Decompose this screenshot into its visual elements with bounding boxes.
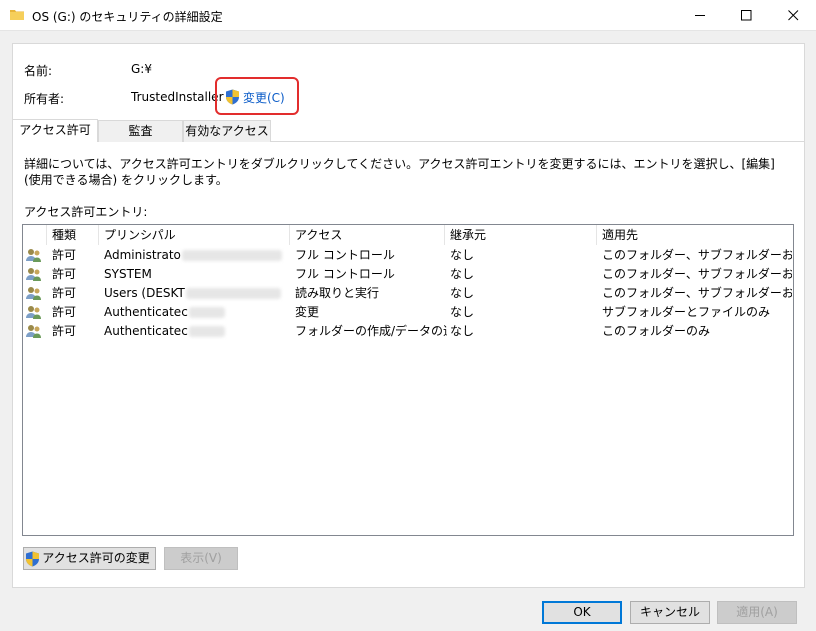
description-text: 詳細については、アクセス許可エントリをダブルクリックしてください。アクセス許可エ… [24, 157, 775, 187]
entry-inherited-from: なし [450, 324, 475, 338]
users-icon [26, 306, 41, 319]
ok-button[interactable]: OK [542, 601, 622, 624]
change-owner-link[interactable]: 変更(C) [225, 88, 285, 106]
tab-effective-access[interactable]: 有効なアクセス [183, 120, 271, 142]
users-icon [26, 268, 41, 281]
users-icon [26, 249, 41, 262]
title-bar: OS (G:) のセキュリティの詳細設定 [0, 0, 816, 31]
window-title: OS (G:) のセキュリティの詳細設定 [32, 10, 223, 24]
apply-button[interactable]: 適用(A) [717, 601, 797, 624]
entry-type: 許可 [52, 267, 77, 281]
redacted-mask [188, 307, 225, 318]
uac-shield-icon [26, 551, 40, 566]
minimize-icon [695, 15, 705, 16]
cancel-button[interactable]: キャンセル [630, 601, 710, 624]
maximize-icon [741, 10, 752, 21]
column-header-type[interactable]: 種類 [47, 225, 99, 245]
entry-access: 変更 [295, 305, 320, 319]
column-header-icon [23, 225, 47, 245]
tab-permissions[interactable]: アクセス許可 [12, 119, 98, 142]
list-header: 種類 プリンシパル アクセス 継承元 適用先 [23, 225, 793, 245]
entry-type: 許可 [52, 324, 77, 338]
table-row[interactable]: 許可 Users (DESKT 読み取りと実行 なし このフォルダー、サブフォル… [23, 284, 793, 303]
column-header-applies-to[interactable]: 適用先 [597, 225, 793, 245]
name-label: 名前: [24, 64, 53, 78]
table-row[interactable]: 許可 Authenticatec フォルダーの作成/データの追加 なし このフォ… [23, 322, 793, 341]
entry-type: 許可 [52, 248, 77, 262]
entry-principal: Authenticatec [104, 322, 290, 341]
redacted-mask [181, 250, 282, 261]
redacted-mask [188, 326, 225, 337]
table-row[interactable]: 許可 Administrato フル コントロール なし このフォルダー、サブフ… [23, 246, 793, 265]
maximize-button[interactable] [723, 0, 769, 31]
tab-auditing[interactable]: 監査 [98, 120, 183, 142]
entry-principal-text: Authenticatec [104, 305, 188, 319]
entry-access: フォルダーの作成/データの追加 [295, 324, 447, 338]
entry-access: 読み取りと実行 [295, 286, 380, 300]
column-header-principal[interactable]: プリンシパル [99, 225, 290, 245]
entries-label: アクセス許可エントリ: [24, 205, 148, 219]
entry-inherited-from: なし [450, 248, 475, 262]
close-icon [788, 10, 799, 21]
entry-inherited-from: なし [450, 305, 475, 319]
close-button[interactable] [770, 0, 816, 31]
entry-principal-text: Administrato [104, 248, 181, 262]
change-owner-label: 変更(C) [243, 90, 285, 105]
permission-entries-list[interactable]: 種類 プリンシパル アクセス 継承元 適用先 許可 Administrato フ… [22, 224, 794, 536]
entry-principal-text: Authenticatec [104, 324, 188, 338]
minimize-button[interactable] [677, 0, 723, 31]
entry-type: 許可 [52, 305, 77, 319]
column-header-access[interactable]: アクセス [290, 225, 445, 245]
table-row[interactable]: 許可 Authenticatec 変更 なし サブフォルダーとファイルのみ [23, 303, 793, 322]
name-value: G:¥ [131, 62, 152, 76]
owner-label: 所有者: [24, 92, 65, 106]
entry-access: フル コントロール [295, 248, 395, 262]
entry-principal: SYSTEM [104, 267, 152, 281]
redacted-mask [185, 288, 281, 299]
entry-applies-to: このフォルダー、サブフォルダーおよびファ... [602, 286, 792, 300]
uac-shield-icon [226, 89, 239, 105]
entry-applies-to: サブフォルダーとファイルのみ [602, 305, 771, 319]
users-icon [26, 287, 41, 300]
change-permissions-button[interactable]: アクセス許可の変更 [23, 547, 156, 570]
entry-inherited-from: なし [450, 267, 475, 281]
users-icon [26, 325, 41, 338]
change-permissions-label: アクセス許可の変更 [42, 551, 150, 565]
entry-type: 許可 [52, 286, 77, 300]
table-row[interactable]: 許可 SYSTEM フル コントロール なし このフォルダー、サブフォルダーおよ… [23, 265, 793, 284]
entry-principal-text: Users (DESKT [104, 286, 185, 300]
entry-principal: Authenticatec [104, 303, 290, 322]
entry-applies-to: このフォルダーのみ [602, 324, 711, 338]
column-header-inherited-from[interactable]: 継承元 [445, 225, 597, 245]
entry-principal: Administrato [104, 246, 290, 265]
owner-value: TrustedInstaller [131, 90, 224, 104]
entry-applies-to: このフォルダー、サブフォルダーおよびファ... [602, 267, 792, 281]
entry-access: フル コントロール [295, 267, 395, 281]
entry-inherited-from: なし [450, 286, 475, 300]
entry-applies-to: このフォルダー、サブフォルダーおよびファ... [602, 248, 792, 262]
view-button[interactable]: 表示(V) [164, 547, 238, 570]
folder-icon [10, 10, 24, 20]
entry-principal: Users (DESKT [104, 284, 290, 303]
